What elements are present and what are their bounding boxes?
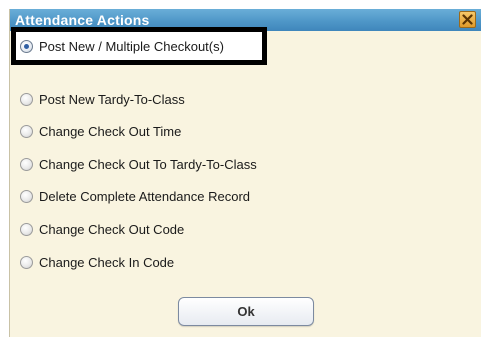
close-button[interactable]	[459, 11, 476, 28]
option-change-check-out-time[interactable]: Change Check Out Time	[20, 121, 181, 141]
radio-change-check-out-to-tardy[interactable]	[20, 157, 33, 171]
option-change-check-out-code[interactable]: Change Check Out Code	[20, 219, 184, 239]
option-delete-attendance-record[interactable]: Delete Complete Attendance Record	[20, 186, 250, 206]
ok-button[interactable]: Ok	[178, 297, 314, 326]
radio-change-check-out-code[interactable]	[20, 222, 33, 236]
dialog-title: Attendance Actions	[15, 12, 150, 28]
option-label: Change Check In Code	[39, 254, 175, 270]
option-label: Delete Complete Attendance Record	[39, 188, 251, 204]
option-label: Post New / Multiple Checkout(s)	[39, 38, 224, 54]
option-post-new-multiple-checkouts[interactable]: Post New / Multiple Checkout(s)	[20, 36, 224, 56]
option-change-check-out-to-tardy[interactable]: Change Check Out To Tardy-To-Class	[20, 154, 257, 174]
option-label: Change Check Out To Tardy-To-Class	[39, 156, 257, 172]
radio-delete-attendance-record[interactable]	[20, 189, 33, 203]
radio-change-check-out-time[interactable]	[20, 124, 33, 138]
option-post-new-tardy-to-class[interactable]: Post New Tardy-To-Class	[20, 89, 185, 109]
radio-post-new-multiple-checkouts[interactable]	[20, 39, 33, 53]
radio-change-check-in-code[interactable]	[20, 255, 33, 269]
close-icon	[462, 14, 473, 25]
option-label: Change Check Out Code	[39, 221, 185, 237]
option-label: Change Check Out Time	[39, 123, 182, 139]
option-label: Post New Tardy-To-Class	[39, 91, 185, 107]
attendance-actions-dialog: Attendance Actions Post New / Multiple C…	[9, 9, 481, 337]
option-change-check-in-code[interactable]: Change Check In Code	[20, 252, 174, 272]
radio-post-new-tardy-to-class[interactable]	[20, 92, 33, 106]
